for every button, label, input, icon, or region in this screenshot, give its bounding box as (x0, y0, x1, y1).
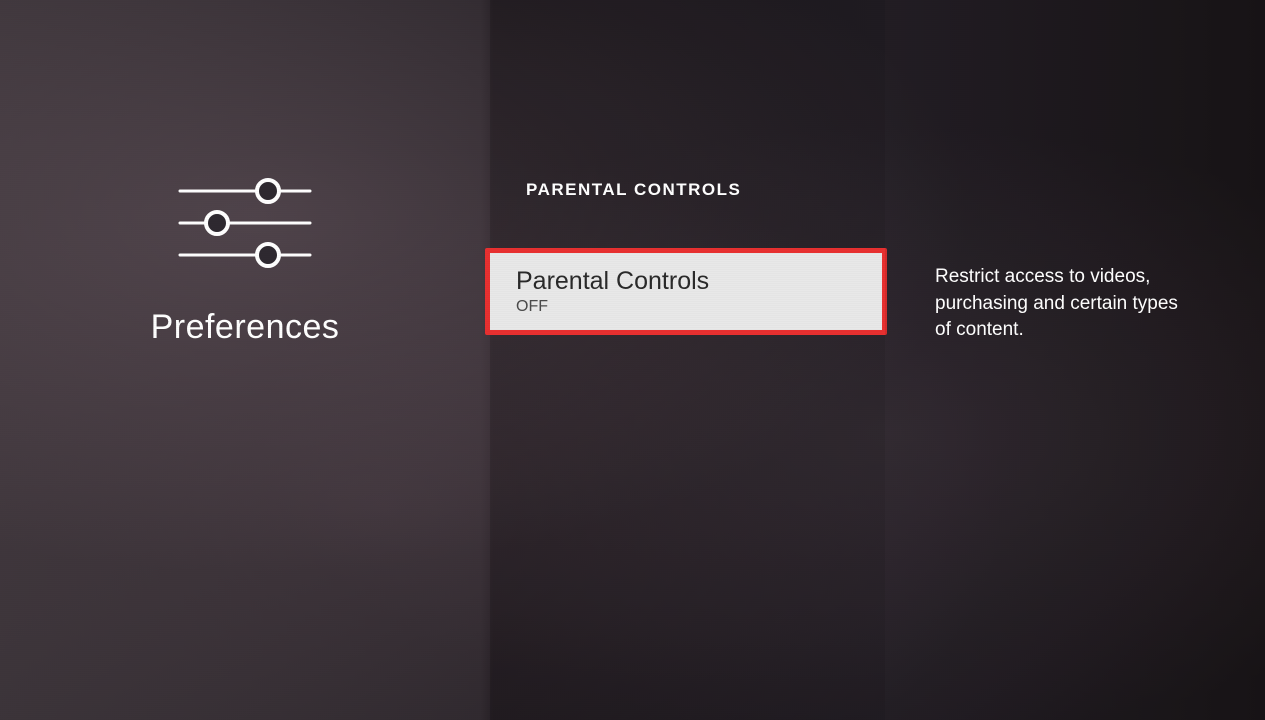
section-header: PARENTAL CONTROLS (490, 180, 885, 200)
parental-controls-item[interactable]: Parental Controls OFF (485, 248, 887, 335)
page-title: Preferences (151, 308, 340, 347)
preferences-sliders-icon (175, 173, 315, 273)
menu-item-title: Parental Controls (516, 267, 856, 296)
item-description: Restrict access to videos, purchasing an… (935, 264, 1195, 344)
middle-panel: PARENTAL CONTROLS Parental Controls OFF (490, 0, 885, 720)
right-panel: Restrict access to videos, purchasing an… (885, 0, 1265, 720)
menu-item-status: OFF (516, 298, 856, 316)
left-panel: Preferences (0, 0, 490, 720)
